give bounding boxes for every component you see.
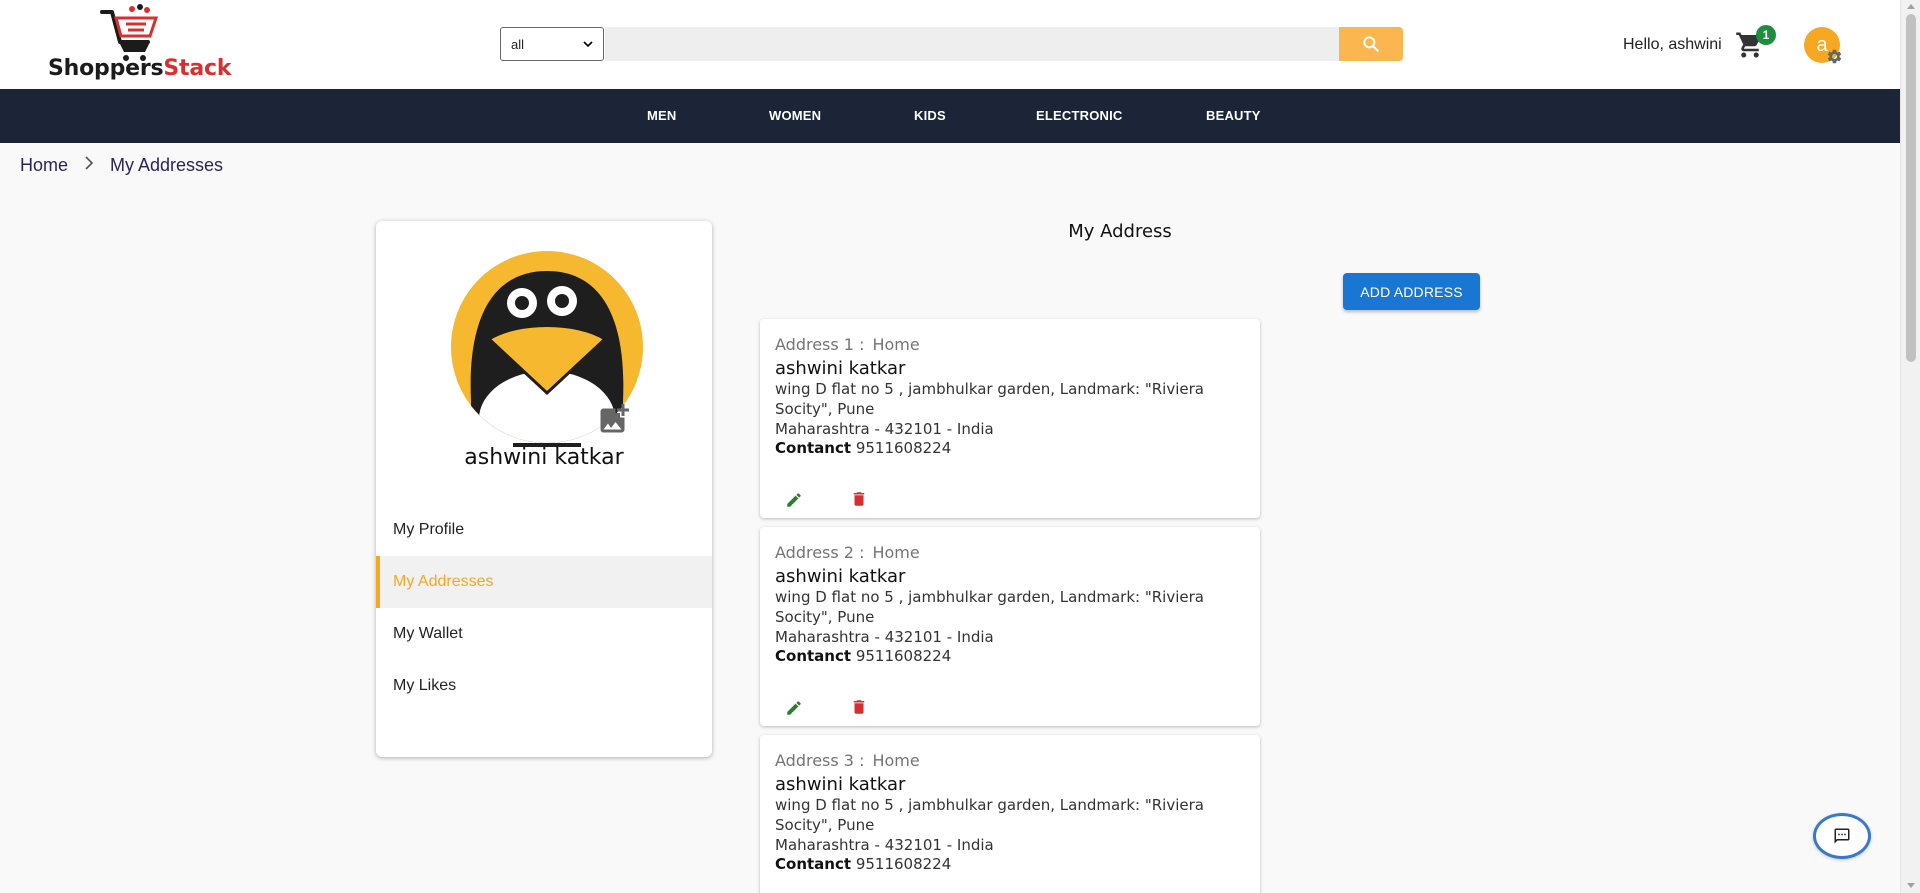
nav-item-electronic[interactable]: ELECTRONIC <box>1036 89 1123 143</box>
pencil-icon[interactable] <box>785 491 803 509</box>
category-select-value: all <box>511 36 525 52</box>
scroll-thumb[interactable] <box>1906 14 1916 362</box>
contact-label: Contanct <box>775 855 852 873</box>
pencil-icon[interactable] <box>785 699 803 717</box>
chevron-down-icon <box>583 41 593 48</box>
address-contact: Contanct 9511608224 <box>775 855 951 873</box>
nav-item-beauty[interactable]: BEAUTY <box>1206 89 1261 143</box>
address-region: Maharashtra - 432101 - India <box>775 628 994 646</box>
address-region: Maharashtra - 432101 - India <box>775 836 994 854</box>
address-contact: Contanct 9511608224 <box>775 439 951 457</box>
address-heading: Address 1 : Home <box>775 335 920 354</box>
address-heading: Address 3 : Home <box>775 751 920 770</box>
logo-text-part2: Stack <box>163 56 232 81</box>
sidebar-item-my-addresses[interactable]: My Addresses <box>376 556 712 608</box>
search-input[interactable] <box>605 27 1339 61</box>
address-name: ashwini katkar <box>775 358 906 379</box>
address-heading: Address 2 : Home <box>775 543 920 562</box>
contact-number: 9511608224 <box>855 647 952 665</box>
add-address-button[interactable]: ADD ADDRESS <box>1343 273 1480 310</box>
category-select[interactable]: all <box>500 27 604 61</box>
sidebar-item-my-likes[interactable]: My Likes <box>376 660 712 712</box>
account-sidebar: ashwini katkar My Profile My Addresses M… <box>376 221 712 757</box>
contact-label: Contanct <box>775 439 852 457</box>
contact-label: Contanct <box>775 647 852 665</box>
cart-count-badge: 1 <box>1756 25 1776 45</box>
breadcrumb-home[interactable]: Home <box>20 155 68 176</box>
address-region: Maharashtra - 432101 - India <box>775 420 994 438</box>
address-type: Home <box>872 543 920 562</box>
breadcrumb-current: My Addresses <box>110 155 224 175</box>
header: ShoppersStack all Hello, ashwini 1 a <box>0 0 1900 89</box>
nav-item-men[interactable]: MEN <box>647 89 677 143</box>
user-greeting: Hello, ashwini <box>1623 36 1722 53</box>
address-contact: Contanct 9511608224 <box>775 647 951 665</box>
scroll-up-arrow-icon[interactable] <box>1907 4 1915 9</box>
address-line: wing D flat no 5 , jambhulkar garden, La… <box>775 796 1204 834</box>
gear-icon[interactable] <box>1826 48 1843 65</box>
logo-text[interactable]: ShoppersStack <box>48 56 231 81</box>
scroll-down-arrow-icon[interactable] <box>1907 883 1915 888</box>
search-icon <box>1363 36 1379 52</box>
chat-button[interactable] <box>1813 813 1871 859</box>
profile-name: ashwini katkar <box>464 445 624 470</box>
page-title: My Address <box>1068 221 1172 242</box>
address-label: Address 3 : <box>775 751 865 770</box>
sidebar-item-my-wallet[interactable]: My Wallet <box>376 608 712 660</box>
trash-icon[interactable] <box>850 490 868 508</box>
address-label: Address 1 : <box>775 335 865 354</box>
address-card: Address 2 : Home ashwini katkar wing D fl… <box>760 527 1260 726</box>
address-label: Address 2 : <box>775 543 865 562</box>
address-type: Home <box>872 335 920 354</box>
sidebar-item-my-profile[interactable]: My Profile <box>376 504 712 556</box>
address-type: Home <box>872 751 920 770</box>
breadcrumb: Home My Addresses <box>20 155 223 176</box>
address-line: wing D flat no 5 , jambhulkar garden, La… <box>775 380 1204 418</box>
chat-icon <box>1834 828 1850 844</box>
search-button[interactable] <box>1339 27 1403 61</box>
contact-number: 9511608224 <box>855 855 952 873</box>
address-line: wing D flat no 5 , jambhulkar garden, La… <box>775 588 1204 626</box>
address-card: Address 3 : Home ashwini katkar wing D fl… <box>760 735 1260 893</box>
trash-icon[interactable] <box>850 698 868 716</box>
chevron-right-icon <box>84 156 94 175</box>
nav-item-kids[interactable]: KIDS <box>914 89 946 143</box>
logo-text-part1: Shoppers <box>48 56 164 81</box>
contact-number: 9511608224 <box>855 439 952 457</box>
address-name: ashwini katkar <box>775 566 906 587</box>
page-scrollbar[interactable] <box>1900 0 1920 893</box>
nav-item-women[interactable]: WOMEN <box>769 89 821 143</box>
add-photo-icon[interactable] <box>595 401 633 437</box>
address-name: ashwini katkar <box>775 774 906 795</box>
address-card: Address 1 : Home ashwini katkar wing D fl… <box>760 319 1260 518</box>
category-nav: MEN WOMEN KIDS ELECTRONIC BEAUTY <box>0 89 1900 143</box>
